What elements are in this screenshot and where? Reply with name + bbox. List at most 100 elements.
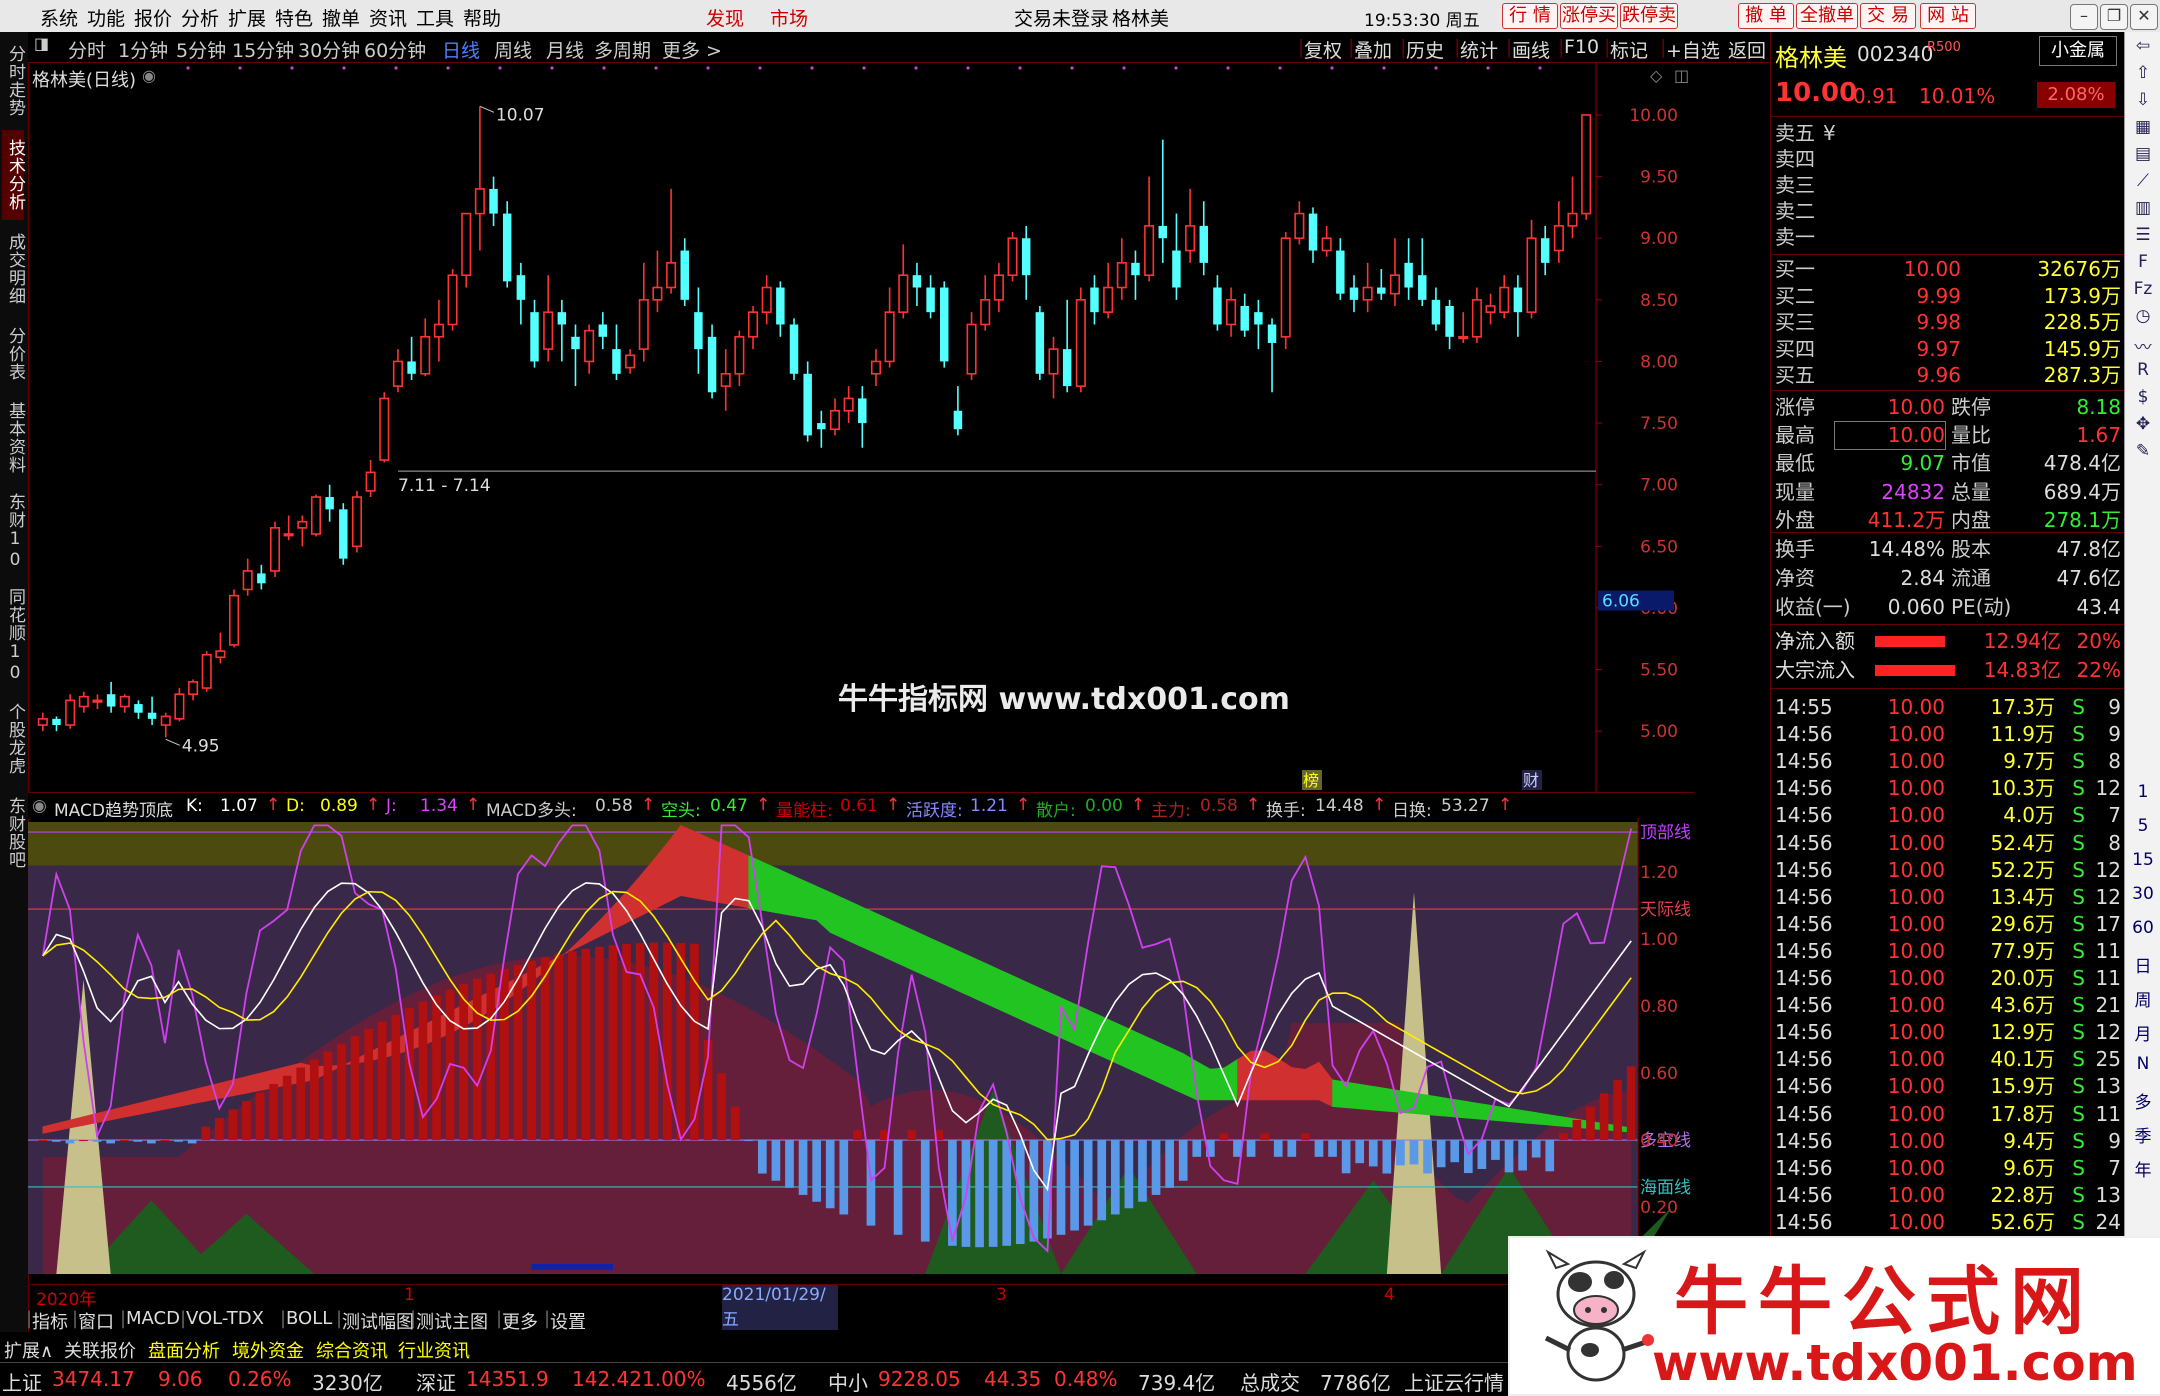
period-tab[interactable]: 多周期: [594, 36, 651, 63]
close-icon[interactable]: ✕: [2130, 4, 2158, 30]
menu-item[interactable]: 分析: [181, 4, 219, 31]
list-marker[interactable]: 榜: [1302, 770, 1322, 790]
indicator-settings-icon[interactable]: ◉: [32, 796, 47, 816]
menu-item[interactable]: 工具: [416, 4, 454, 31]
toolbar-button[interactable]: F10: [1564, 36, 1599, 58]
chart-icon[interactable]: ▦: [2131, 117, 2155, 137]
menu-item[interactable]: 功能: [87, 4, 125, 31]
period-tab[interactable]: 60分钟: [364, 36, 426, 63]
settings-icon[interactable]: ◉: [142, 66, 156, 85]
period-shortcut[interactable]: 30: [2131, 884, 2155, 904]
bottom-tab[interactable]: 关联报价: [64, 1337, 136, 1363]
bottom-tab[interactable]: 境外资金: [232, 1337, 304, 1363]
move-icon[interactable]: ✥: [2131, 414, 2155, 434]
toolbar-button[interactable]: 叠加: [1354, 36, 1392, 63]
period-tab[interactable]: 月线: [546, 36, 584, 63]
period-shortcut[interactable]: 季: [2131, 1122, 2155, 1147]
period-tab[interactable]: 周线: [494, 36, 532, 63]
money-icon[interactable]: $: [2131, 387, 2155, 407]
toolbar-button[interactable]: 标记: [1610, 36, 1648, 63]
toolbar-button[interactable]: 画线: [1512, 36, 1550, 63]
menu-item[interactable]: 报价: [134, 4, 172, 31]
toggle-panel-icon[interactable]: ◨: [34, 34, 49, 53]
bottom-tab[interactable]: 扩展∧: [4, 1337, 53, 1363]
trade-button[interactable]: 行 情: [1502, 3, 1558, 29]
ad-url[interactable]: www.tdx001.com: [1652, 1334, 2138, 1392]
period-tab[interactable]: 5分钟: [176, 36, 226, 63]
index-name[interactable]: 深证: [416, 1367, 456, 1396]
indicator-tab[interactable]: 测试主图: [416, 1308, 488, 1334]
sector-tag[interactable]: 小金属: [2039, 36, 2117, 66]
candle-icon[interactable]: ▥: [2131, 198, 2155, 218]
diamond-icon[interactable]: ◇: [1650, 66, 1662, 85]
menu-item[interactable]: 帮助: [463, 4, 501, 31]
left-tab[interactable]: 基本资料: [2, 393, 25, 483]
left-tab[interactable]: 技术分析: [2, 130, 25, 220]
menu-item[interactable]: 特色: [275, 4, 313, 31]
indicator-tab[interactable]: 指标: [32, 1308, 68, 1334]
toolbar-button[interactable]: 返回: [1728, 36, 1766, 63]
indicator-tab[interactable]: BOLL: [286, 1308, 332, 1329]
indicator-tab[interactable]: MACD: [126, 1308, 180, 1329]
toolbar-button[interactable]: 历史: [1406, 36, 1444, 63]
fiz-icon[interactable]: Fz: [2131, 279, 2155, 299]
indicator-tab[interactable]: VOL-TDX: [186, 1308, 264, 1329]
wave-icon[interactable]: 〰: [2131, 333, 2155, 358]
menu-item[interactable]: 系统: [40, 4, 78, 31]
period-shortcut[interactable]: 1: [2131, 782, 2155, 802]
menu-market[interactable]: 市场: [770, 4, 808, 31]
list-icon[interactable]: ☰: [2131, 225, 2155, 245]
back-icon[interactable]: ⇦: [2131, 36, 2155, 56]
menu-item[interactable]: 扩展: [228, 4, 266, 31]
period-tab[interactable]: 分时: [68, 36, 106, 63]
left-tab[interactable]: 分时走势: [2, 36, 25, 126]
left-tab[interactable]: 东财10: [2, 487, 25, 577]
left-tab[interactable]: 成交明细: [2, 224, 25, 314]
ad-banner[interactable]: 牛牛公式网 www.tdx001.com: [1508, 1236, 2160, 1396]
toolbar-button[interactable]: 复权: [1304, 36, 1342, 63]
down-icon[interactable]: ⇩: [2131, 90, 2155, 110]
period-shortcut[interactable]: 多: [2131, 1088, 2155, 1113]
index-name[interactable]: 上证: [2, 1367, 42, 1396]
indicator-tab[interactable]: 窗口: [78, 1308, 114, 1334]
minimize-icon[interactable]: –: [2070, 4, 2098, 30]
trade-button[interactable]: 撤 单: [1738, 3, 1794, 29]
period-tab[interactable]: 更多 >: [662, 36, 722, 63]
trade-button[interactable]: 交 易: [1860, 3, 1916, 29]
period-tab[interactable]: 1分钟: [118, 36, 168, 63]
left-tab[interactable]: 同花顺10: [2, 581, 25, 690]
left-tab[interactable]: 分价表: [2, 318, 25, 389]
period-tab[interactable]: 日线: [442, 36, 480, 63]
period-tab[interactable]: 30分钟: [298, 36, 360, 63]
period-tab[interactable]: 15分钟: [232, 36, 294, 63]
period-shortcut[interactable]: 日: [2131, 952, 2155, 977]
trade-button[interactable]: 涨停买: [1560, 3, 1618, 29]
bottom-tab[interactable]: 综合资讯: [316, 1337, 388, 1363]
f10-icon[interactable]: F: [2131, 252, 2155, 272]
bottom-tab[interactable]: 行业资讯: [398, 1337, 470, 1363]
indicator-tab[interactable]: 更多: [502, 1308, 538, 1334]
menu-item[interactable]: 撤单: [322, 4, 360, 31]
window-icon[interactable]: ◫: [1674, 66, 1689, 85]
period-shortcut[interactable]: 年: [2131, 1156, 2155, 1181]
menu-discover[interactable]: 发现: [706, 4, 744, 31]
left-tab[interactable]: 东财股吧: [2, 788, 25, 878]
clock-icon[interactable]: ◷: [2131, 306, 2155, 326]
finance-marker[interactable]: 财: [1522, 770, 1542, 790]
indicator-tab[interactable]: 测试幅图: [342, 1308, 414, 1334]
line-icon[interactable]: ⟋: [2131, 171, 2155, 191]
period-shortcut[interactable]: 月: [2131, 1020, 2155, 1045]
trade-button[interactable]: 全撤单: [1796, 3, 1858, 29]
toolbar-button[interactable]: +自选: [1666, 36, 1720, 63]
bottom-tab[interactable]: 盘面分析: [148, 1337, 220, 1363]
restore-icon[interactable]: ❐: [2100, 4, 2128, 30]
rsi-icon[interactable]: R: [2131, 360, 2155, 380]
cloud-quote[interactable]: 上证云行情: [1404, 1367, 1504, 1396]
grid-icon[interactable]: ▤: [2131, 144, 2155, 164]
trade-button[interactable]: 跌停卖: [1620, 3, 1678, 29]
period-shortcut[interactable]: 周: [2131, 986, 2155, 1011]
menu-item[interactable]: 资讯: [369, 4, 407, 31]
period-shortcut[interactable]: 5: [2131, 816, 2155, 836]
left-tab[interactable]: 个股龙虎: [2, 694, 25, 784]
up-icon[interactable]: ⇧: [2131, 63, 2155, 83]
